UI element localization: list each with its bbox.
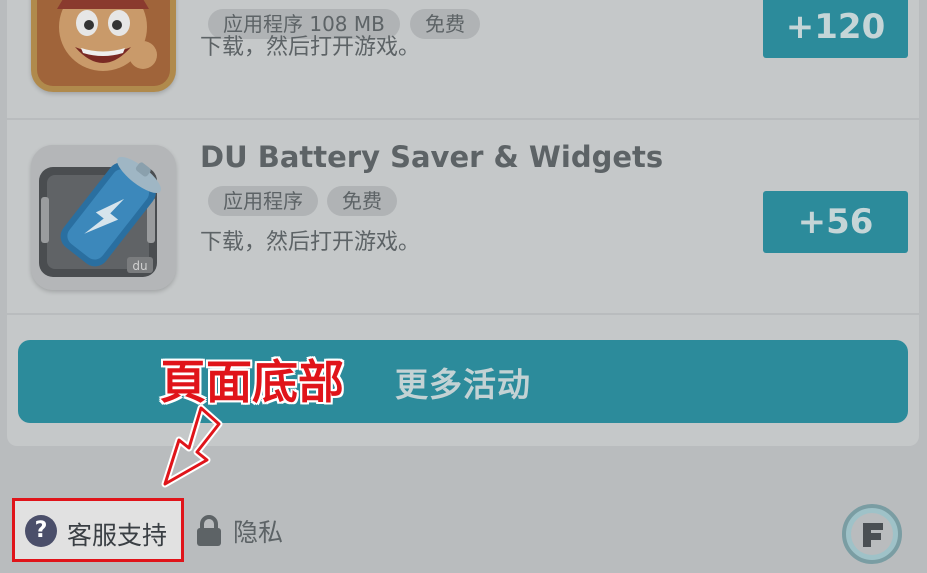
annotation-arrow-icon [161,404,223,488]
app-tag-price: 免费 [410,9,480,39]
privacy-link[interactable]: 隐私 [195,512,295,552]
app-tag-type: 应用程序 [208,186,318,216]
app-offer-row[interactable]: 应用程序 108 MB 免费 下载，然后打开游戏。 +120 [7,0,919,118]
customer-support-link[interactable]: ? 客服支持 [12,498,184,562]
privacy-label: 隐私 [233,518,284,547]
app-title: DU Battery Saver & Widgets [200,140,664,174]
points-button[interactable]: +56 [763,191,908,253]
battery-icon: du [31,145,176,290]
svg-text:du: du [132,259,147,273]
more-activities-button[interactable]: 更多活动 [18,340,908,423]
lock-icon [197,515,221,546]
app-offer-row[interactable]: du DU Battery Saver & Widgets 应用程序 免费 下载… [7,118,919,313]
cartoon-pirate-icon [31,0,176,92]
f-logo-icon[interactable] [841,503,903,565]
app-description: 下载，然后打开游戏。 [200,230,421,255]
app-tag-price: 免费 [327,186,397,216]
app-description: 下载，然后打开游戏。 [200,35,421,60]
question-mark-icon: ? [25,515,57,547]
points-button[interactable]: +120 [763,0,908,58]
row-divider [7,313,919,315]
customer-support-label: 客服支持 [67,521,168,550]
